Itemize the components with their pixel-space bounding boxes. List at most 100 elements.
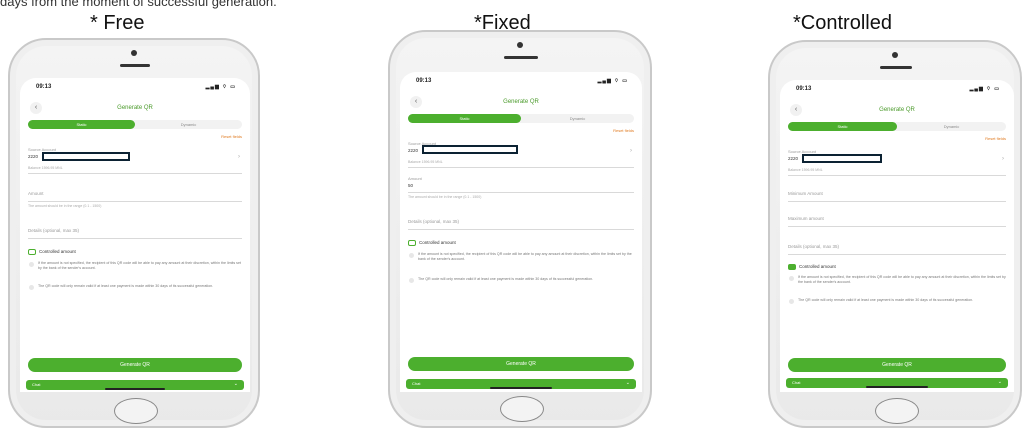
balance-text: Balance 1596.95 MNL [408,160,443,164]
chevron-right-icon[interactable]: › [630,148,632,154]
generate-qr-button[interactable]: Generate QR [408,357,634,371]
tab-dynamic[interactable]: Dynamic [897,122,1006,131]
status-icons: ▂▄▆ ⌔ ▭ [205,84,236,90]
field-divider [28,173,242,174]
field-divider [788,226,1006,227]
tab-static[interactable]: Static [408,114,521,123]
field-divider [28,238,242,239]
home-button[interactable] [114,398,158,424]
source-account-value[interactable]: 2220 [28,154,38,159]
camera [517,42,523,48]
info-note: If the amount is not specified, the reci… [798,275,1006,284]
controlled-amount-checkbox[interactable] [28,249,36,255]
tab-dynamic[interactable]: Dynamic [521,114,634,123]
minimum-amount-input[interactable]: Minimum Amount [788,191,823,196]
home-indicator [105,388,165,390]
status-time: 09:13 [796,86,812,92]
info-bullet-icon [29,285,34,290]
screen-title: Generate QR [503,99,539,105]
segmented-tabs: Static Dynamic [408,114,634,123]
controlled-amount-label: Controlled amount [39,249,76,254]
info-bullet-icon [29,262,34,267]
camera [892,52,898,58]
status-icons: ▂▄▆ ⌔ ▭ [969,86,1000,92]
chevron-right-icon[interactable]: › [1002,156,1004,162]
status-bar: 09:13 ▂▄▆ ⌔ ▭ [400,72,642,88]
screen: 09:13 ▂▄▆ ⌔ ▭ ‹ Generate QR Static Dynam… [780,80,1014,392]
home-button[interactable] [875,398,919,424]
camera [131,50,137,56]
caption-text: days from the moment of successful gener… [0,0,277,9]
info-bullet-icon [789,276,794,281]
field-divider [408,229,634,230]
screen: 09:13 ▂▄▆ ⌔ ▭ ‹ Generate QR Static Dynam… [20,78,250,392]
amount-field[interactable]: 50 [408,183,413,188]
reset-fields-link[interactable]: Reset fields [985,136,1006,141]
generate-qr-button[interactable]: Generate QR [28,358,242,372]
tab-dynamic[interactable]: Dynamic [135,120,242,129]
details-input[interactable]: Details (optional, max 35) [408,219,459,224]
mode-title-controlled: *Controlled [793,12,892,34]
mode-title-free: * Free [90,12,145,34]
controlled-amount-label: Controlled amount [419,240,456,245]
earpiece [504,56,538,59]
field-divider [408,192,634,193]
amount-field[interactable]: Amount [28,191,44,196]
chat-label: Chat [32,382,41,387]
redaction-box [42,152,130,161]
info-note: The QR code will only remain valid if at… [418,277,594,281]
home-button[interactable] [500,396,544,422]
earpiece [880,66,912,69]
screen: 09:13 ▂▄▆ ⌔ ▭ ‹ Generate QR Static Dynam… [400,72,642,392]
status-icons: ▂▄▆ ⌔ ▭ [597,78,628,84]
phone-fixed: 09:13 ▂▄▆ ⌔ ▭ ‹ Generate QR Static Dynam… [388,30,652,428]
phone-free: 09:13 ▂▄▆ ⌔ ▭ ‹ Generate QR Static Dynam… [8,38,260,428]
info-note: If the amount is not specified, the reci… [418,252,632,261]
segmented-tabs: Static Dynamic [788,122,1006,131]
chat-label: Chat [792,380,801,385]
details-input[interactable]: Details (optional, max 35) [788,244,839,249]
chevron-right-icon[interactable]: › [238,154,240,160]
reset-fields-link[interactable]: Reset fields [221,134,242,139]
chevron-down-icon[interactable]: ⌄ [626,380,630,386]
tab-static[interactable]: Static [788,122,897,131]
redaction-box [802,154,882,163]
field-divider [408,167,634,168]
chat-label: Chat [412,381,421,386]
segmented-tabs: Static Dynamic [28,120,242,129]
controlled-amount-label: Controlled amount [799,264,836,269]
home-indicator [490,387,552,389]
info-bullet-icon [409,278,414,283]
screen-title: Generate QR [879,107,915,113]
generate-qr-button[interactable]: Generate QR [788,358,1006,372]
balance-text: Balance 1596.95 MNL [28,166,63,170]
info-note: The QR code will only remain valid if at… [798,298,974,302]
controlled-amount-checkbox[interactable] [788,264,796,270]
screen-title: Generate QR [117,105,153,111]
info-note: The QR code will only remain valid if at… [38,284,214,288]
field-divider [788,175,1006,176]
chevron-down-icon[interactable]: ⌄ [998,379,1002,385]
earpiece [120,64,150,67]
info-bullet-icon [409,253,414,258]
phone-controlled: 09:13 ▂▄▆ ⌔ ▭ ‹ Generate QR Static Dynam… [768,40,1022,428]
amount-hint: The amount should be in the range (0.1 -… [408,195,482,199]
info-note: If the amount is not specified, the reci… [38,261,241,270]
controlled-amount-checkbox[interactable] [408,240,416,246]
reset-fields-link[interactable]: Reset fields [613,128,634,133]
status-bar: 09:13 ▂▄▆ ⌔ ▭ [20,78,250,94]
field-divider [28,201,242,202]
source-account-value[interactable]: 2220 [408,148,418,153]
balance-text: Balance 1596.95 MNL [788,168,823,172]
field-divider [788,201,1006,202]
amount-label: Amount [408,176,422,181]
status-time: 09:13 [416,78,432,84]
tab-static[interactable]: Static [28,120,135,129]
status-bar: 09:13 ▂▄▆ ⌔ ▭ [780,80,1014,96]
details-input[interactable]: Details (optional, max 35) [28,228,79,233]
amount-hint: The amount should be in the range (0.1 -… [28,204,102,208]
chevron-down-icon[interactable]: ⌄ [234,381,238,387]
status-time: 09:13 [36,84,52,90]
source-account-value[interactable]: 2220 [788,156,798,161]
maximum-amount-input[interactable]: Maximum amount [788,216,824,221]
